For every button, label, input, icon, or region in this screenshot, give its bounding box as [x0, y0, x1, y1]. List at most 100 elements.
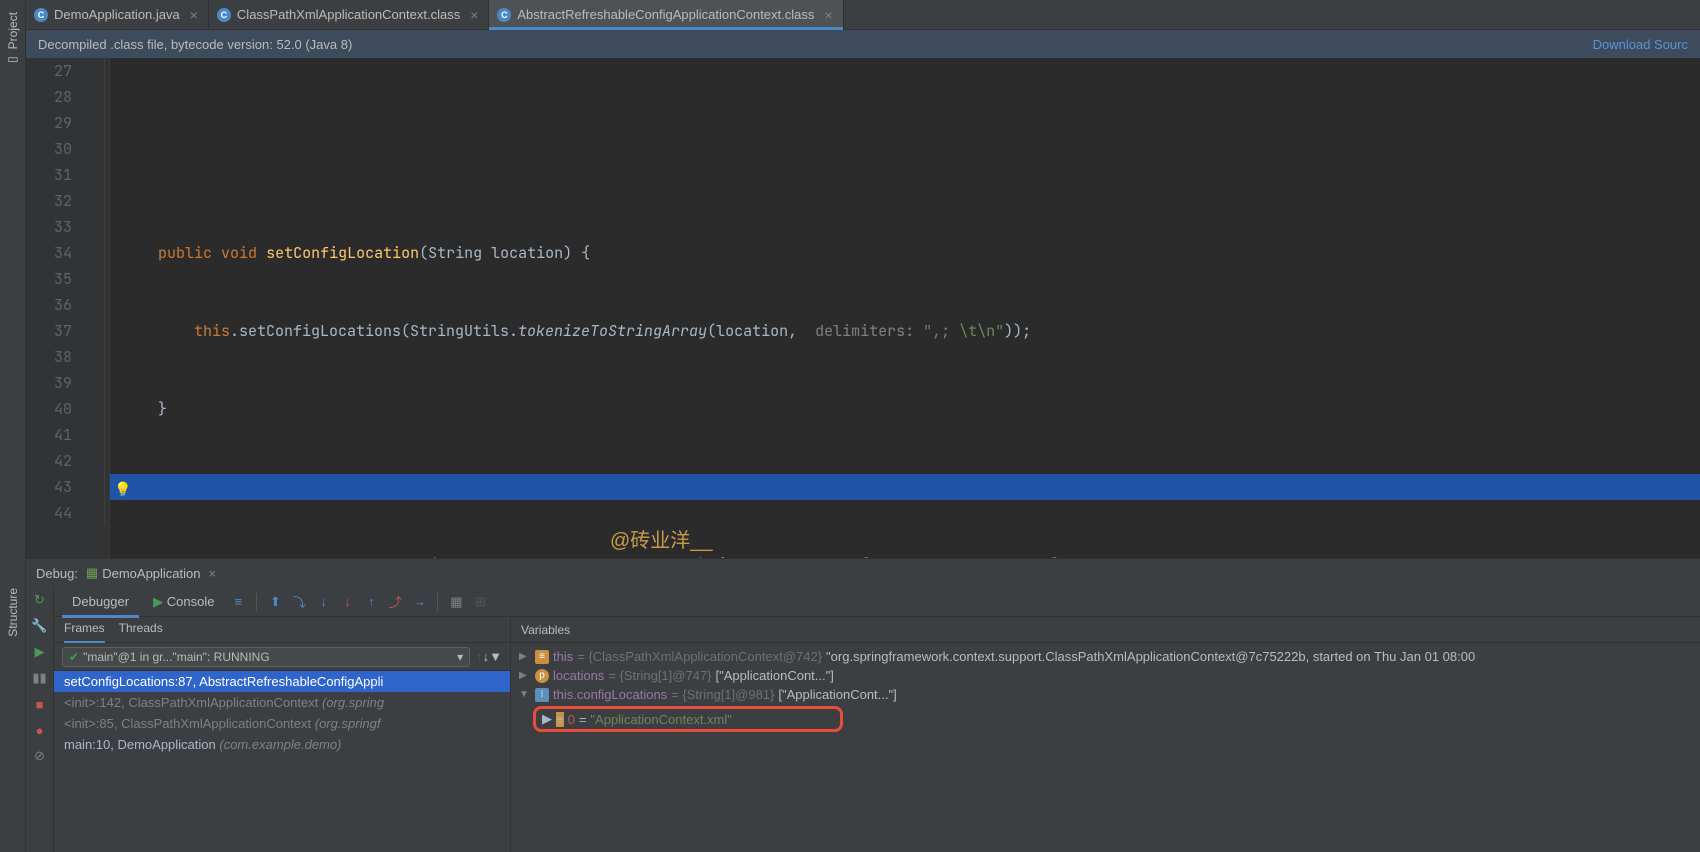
- expand-icon[interactable]: ▶: [542, 711, 552, 727]
- tab-label: DemoApplication.java: [54, 7, 180, 22]
- index-label: 0: [568, 712, 575, 727]
- variables-list[interactable]: ▶ ≡ this = {ClassPathXmlApplicationConte…: [511, 643, 1700, 852]
- step-out-icon[interactable]: ↑: [361, 592, 381, 612]
- run-to-cursor-icon[interactable]: →: [409, 592, 429, 612]
- collapse-icon[interactable]: ▼: [519, 689, 531, 700]
- tab-abstract-refreshable[interactable]: C AbstractRefreshableConfigApplicationCo…: [489, 0, 843, 29]
- frames-list[interactable]: setConfigLocations:87, AbstractRefreshab…: [54, 671, 510, 852]
- frame-row[interactable]: <init>:142, ClassPathXmlApplicationConte…: [54, 692, 510, 713]
- variable-row[interactable]: ▶ p locations = {String[1]@747} ["Applic…: [511, 666, 1700, 685]
- debugger-tab[interactable]: Debugger: [62, 590, 139, 613]
- line-number: 31: [26, 162, 72, 188]
- view-breakpoints-icon[interactable]: ●: [31, 721, 49, 739]
- modify-run-icon[interactable]: 🔧: [31, 617, 49, 635]
- drop-frame-icon[interactable]: ⤴: [385, 592, 405, 612]
- threads-tab[interactable]: Threads: [119, 621, 163, 639]
- element-icon: ≡: [556, 712, 564, 727]
- line-number: 30: [26, 136, 72, 162]
- close-icon[interactable]: ×: [470, 7, 478, 23]
- frame-row[interactable]: main:10, DemoApplication (com.example.de…: [54, 734, 510, 755]
- left-sidebar: ▭ Project Structure: [0, 0, 26, 852]
- line-number: 32: [26, 188, 72, 214]
- line-number: 37: [26, 318, 72, 344]
- expand-icon[interactable]: ▶: [519, 651, 531, 662]
- separator: [256, 593, 257, 611]
- param-icon: p: [535, 669, 549, 683]
- active-tab-underline: [489, 27, 842, 30]
- rerun-icon[interactable]: ↻: [31, 591, 49, 609]
- line-number: 39: [26, 370, 72, 396]
- evaluate-icon[interactable]: ▦: [446, 592, 466, 612]
- editor-tabs-bar: C DemoApplication.java × C ClassPathXmlA…: [26, 0, 1700, 30]
- step-over-icon[interactable]: ⤵: [289, 592, 309, 612]
- line-number: 44: [26, 500, 72, 526]
- debug-action-toolbar: ↻ 🔧 ▶ ▮▮ ■ ● ⊘: [26, 587, 54, 852]
- array-icon: ⁝: [535, 688, 549, 702]
- watermark-text: @砖业洋__: [610, 528, 713, 554]
- highlighted-variable-box: ▶ ≡ 0 = "ApplicationContext.xml": [533, 706, 843, 732]
- trace-current-stream-icon[interactable]: ⊞: [470, 592, 490, 612]
- resume-icon[interactable]: ▶: [31, 643, 49, 661]
- expand-icon[interactable]: ▶: [519, 670, 531, 681]
- close-icon[interactable]: ×: [190, 7, 198, 23]
- code-editor[interactable]: 27 28 29 30 31 32 33 34 35 36 37 38 39 4…: [26, 58, 1700, 558]
- equals-text: =: [579, 712, 587, 727]
- object-icon: ≡: [535, 650, 549, 664]
- value-text: "ApplicationContext.xml": [590, 712, 731, 727]
- run-config-icon: ▦: [86, 565, 98, 581]
- intention-bulb-icon[interactable]: 💡: [114, 477, 131, 503]
- line-number: 35: [26, 266, 72, 292]
- download-sources-link[interactable]: Download Sourc: [1593, 37, 1688, 52]
- debug-toolbar: Debugger ▶ Console ≡ ⬆ ⤵ ↓ ↓ ↑ ⤴ → ▦ ⊞: [54, 587, 1700, 617]
- console-tab[interactable]: ▶ Console: [143, 590, 224, 614]
- variable-row[interactable]: ▼ ⁝ this.configLocations = {String[1]@98…: [511, 685, 1700, 704]
- class-file-icon: C: [497, 8, 511, 22]
- thread-combo[interactable]: ✔ "main"@1 in gr..."main": RUNNING ▾: [62, 647, 470, 667]
- chevron-down-icon: ▾: [457, 650, 463, 664]
- fold-gutter[interactable]: [96, 58, 110, 558]
- variable-row[interactable]: ▶ ≡ this = {ClassPathXmlApplicationConte…: [511, 647, 1700, 666]
- variables-label: Variables: [521, 623, 570, 637]
- tab-classpath-xml[interactable]: C ClassPathXmlApplicationContext.class ×: [209, 0, 489, 29]
- pause-icon[interactable]: ▮▮: [31, 669, 49, 687]
- check-icon: ✔: [69, 650, 79, 664]
- line-number: 36: [26, 292, 72, 318]
- mute-breakpoints-icon[interactable]: ⊘: [31, 747, 49, 765]
- thread-label: "main"@1 in gr..."main": RUNNING: [83, 650, 270, 664]
- structure-tool-tab[interactable]: Structure: [3, 580, 23, 645]
- close-icon[interactable]: ×: [209, 566, 217, 581]
- frames-panel: Frames Threads ✔ "main"@1 in gr..."main"…: [54, 617, 511, 852]
- indent-guide: [104, 58, 105, 526]
- threads-icon[interactable]: ≡: [228, 592, 248, 612]
- structure-label: Structure: [6, 588, 20, 637]
- force-step-into-icon[interactable]: ↓: [337, 592, 357, 612]
- show-execution-point-icon[interactable]: ⬆: [265, 592, 285, 612]
- stop-icon[interactable]: ■: [31, 695, 49, 713]
- variables-header: Variables: [511, 617, 1700, 643]
- frames-tab[interactable]: Frames: [64, 621, 105, 639]
- line-number: 33: [26, 214, 72, 240]
- run-config-name: DemoApplication: [102, 566, 200, 581]
- debug-panel: Debug: ▦ DemoApplication × ↻ 🔧 ▶ ▮▮ ■ ● …: [26, 558, 1700, 852]
- code-content[interactable]: 💡 public void setConfigLocation(String l…: [110, 58, 1700, 558]
- variables-panel: Variables ▶ ≡ this = {ClassPathXmlApplic…: [511, 617, 1700, 852]
- project-tool-tab[interactable]: ▭ Project: [3, 4, 23, 75]
- line-number: 41: [26, 422, 72, 448]
- close-icon[interactable]: ×: [824, 7, 832, 23]
- folder-icon: ▭: [6, 53, 20, 67]
- line-number: 43: [26, 474, 72, 500]
- line-number: 40: [26, 396, 72, 422]
- line-number: 27: [26, 58, 72, 84]
- line-number: 28: [26, 84, 72, 110]
- separator: [437, 593, 438, 611]
- thread-selector-row: ✔ "main"@1 in gr..."main": RUNNING ▾ ↑ ↓…: [54, 643, 510, 671]
- step-into-icon[interactable]: ↓: [313, 592, 333, 612]
- frame-row[interactable]: setConfigLocations:87, AbstractRefreshab…: [54, 671, 510, 692]
- debug-header: Debug: ▦ DemoApplication ×: [26, 559, 1700, 587]
- filter-icon[interactable]: ▼: [489, 649, 502, 664]
- tab-demo-application[interactable]: C DemoApplication.java ×: [26, 0, 209, 29]
- decompiled-text: Decompiled .class file, bytecode version…: [38, 37, 352, 52]
- frames-header: Frames Threads: [54, 617, 510, 643]
- tab-label: AbstractRefreshableConfigApplicationCont…: [517, 7, 814, 22]
- frame-row[interactable]: <init>:85, ClassPathXmlApplicationContex…: [54, 713, 510, 734]
